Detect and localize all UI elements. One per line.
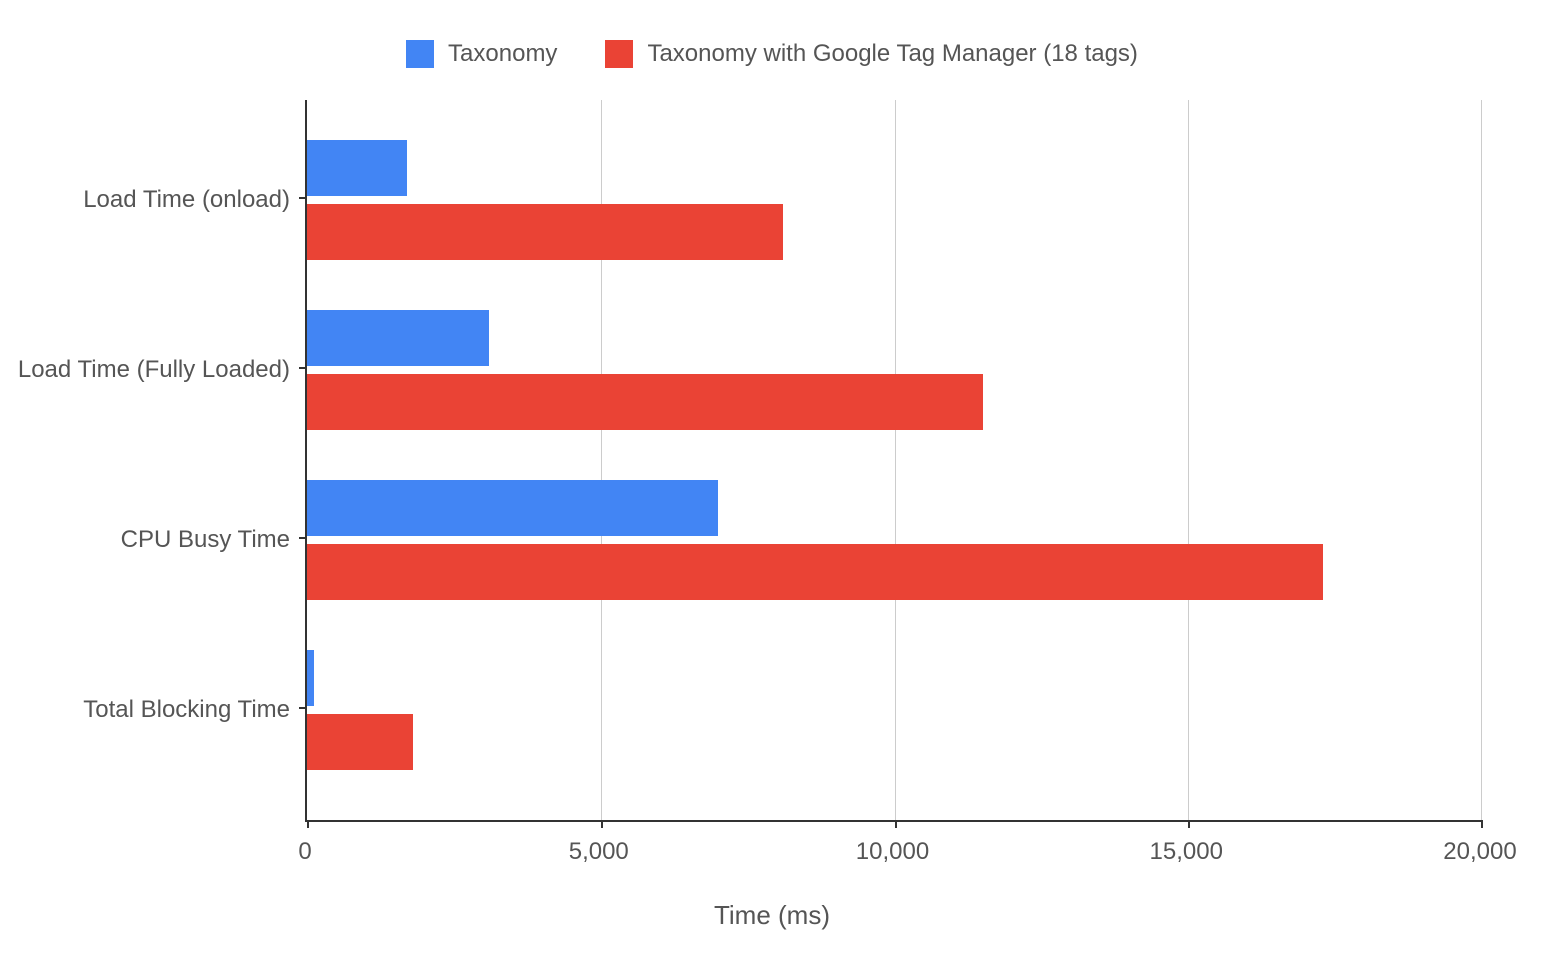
bar-chart: Taxonomy Taxonomy with Google Tag Manage… xyxy=(0,0,1544,956)
bar-series-1 xyxy=(307,714,413,770)
y-category-label: CPU Busy Time xyxy=(0,526,290,554)
gridline xyxy=(895,100,896,820)
legend-label-series-1: Taxonomy with Google Tag Manager (18 tag… xyxy=(647,40,1138,68)
bar-series-1 xyxy=(307,544,1323,600)
x-tick-label: 15,000 xyxy=(1150,838,1223,866)
x-tick xyxy=(895,820,897,828)
y-category-label: Load Time (Fully Loaded) xyxy=(0,356,290,384)
bar-series-0 xyxy=(307,140,407,196)
x-tick xyxy=(1481,820,1483,828)
x-tick-label: 10,000 xyxy=(856,838,929,866)
y-tick xyxy=(299,707,307,709)
x-axis-title: Time (ms) xyxy=(0,900,1544,931)
legend: Taxonomy Taxonomy with Google Tag Manage… xyxy=(0,40,1544,68)
legend-item-series-1: Taxonomy with Google Tag Manager (18 tag… xyxy=(605,40,1138,68)
y-tick xyxy=(299,367,307,369)
legend-swatch-series-0 xyxy=(406,40,434,68)
gridline xyxy=(1188,100,1189,820)
y-category-label: Load Time (onload) xyxy=(0,186,290,214)
x-tick-label: 5,000 xyxy=(569,838,629,866)
legend-swatch-series-1 xyxy=(605,40,633,68)
y-tick xyxy=(299,537,307,539)
x-tick xyxy=(307,820,309,828)
bar-series-0 xyxy=(307,650,314,706)
y-tick xyxy=(299,197,307,199)
legend-item-series-0: Taxonomy xyxy=(406,40,557,68)
x-tick-label: 0 xyxy=(298,838,311,866)
gridline xyxy=(1481,100,1482,820)
bar-series-1 xyxy=(307,204,783,260)
bar-series-0 xyxy=(307,480,718,536)
x-tick xyxy=(1188,820,1190,828)
bar-series-1 xyxy=(307,374,983,430)
y-category-label: Total Blocking Time xyxy=(0,696,290,724)
plot-area xyxy=(305,100,1482,822)
x-tick-label: 20,000 xyxy=(1443,838,1516,866)
bar-series-0 xyxy=(307,310,489,366)
legend-label-series-0: Taxonomy xyxy=(448,40,557,68)
x-tick xyxy=(601,820,603,828)
